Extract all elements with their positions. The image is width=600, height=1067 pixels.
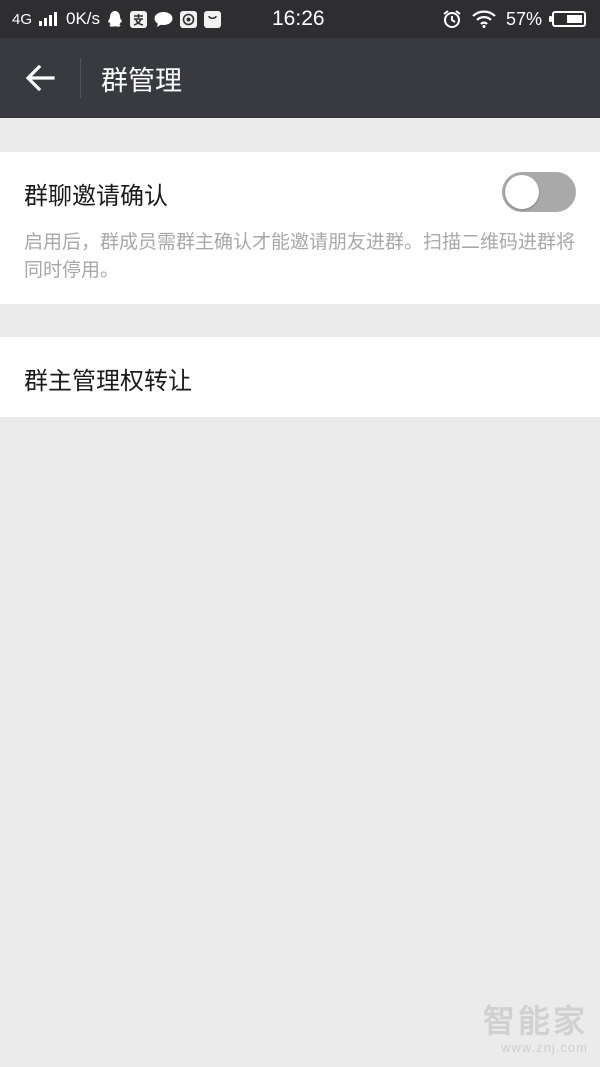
invite-confirm-toggle[interactable] [502, 172, 576, 212]
alipay-icon [130, 10, 148, 28]
invite-confirm-label: 群聊邀请确认 [24, 182, 168, 210]
network-speed: 0K/s [66, 9, 101, 28]
page-title: 群管理 [101, 65, 182, 97]
battery-percent: 57% [505, 8, 542, 29]
clock: 16:26 [272, 7, 325, 30]
alarm-icon [443, 10, 461, 28]
chat-bubble-icon [154, 11, 173, 27]
watermark-url: www.znj.com [501, 1040, 588, 1055]
watermark-title: 智能家 [482, 1002, 588, 1040]
watermark: 智能家 www.znj.com [483, 996, 588, 1055]
shopping-bag-icon [204, 10, 222, 28]
signal-icon [39, 12, 58, 26]
status-bar-right: 57% [442, 0, 586, 38]
back-button[interactable] [0, 38, 80, 118]
camera-app-icon [180, 10, 198, 28]
transfer-owner-label: 群主管理权转让 [24, 367, 192, 395]
qq-icon [108, 11, 122, 27]
battery-icon [549, 11, 586, 27]
wifi-icon [472, 10, 496, 28]
app-bar-divider [80, 58, 81, 98]
transfer-owner-item[interactable]: 群主管理权转让 [0, 337, 600, 417]
app-bar: 群管理 [0, 38, 600, 118]
invite-confirm-description: 启用后，群成员需群主确认才能邀请朋友进群。扫描二维码进群将同时停用。 [24, 231, 576, 281]
network-type: 4G [12, 10, 33, 28]
status-bar-left: 4G 0K/s [0, 9, 222, 29]
toggle-knob [505, 175, 539, 209]
arrow-left-icon [25, 65, 55, 91]
status-bar: 4G 0K/s 16:26 57% [0, 0, 600, 38]
battery-fill [567, 15, 582, 23]
invite-confirm-card: 群聊邀请确认 启用后，群成员需群主确认才能邀请朋友进群。扫描二维码进群将同时停用… [0, 152, 600, 304]
